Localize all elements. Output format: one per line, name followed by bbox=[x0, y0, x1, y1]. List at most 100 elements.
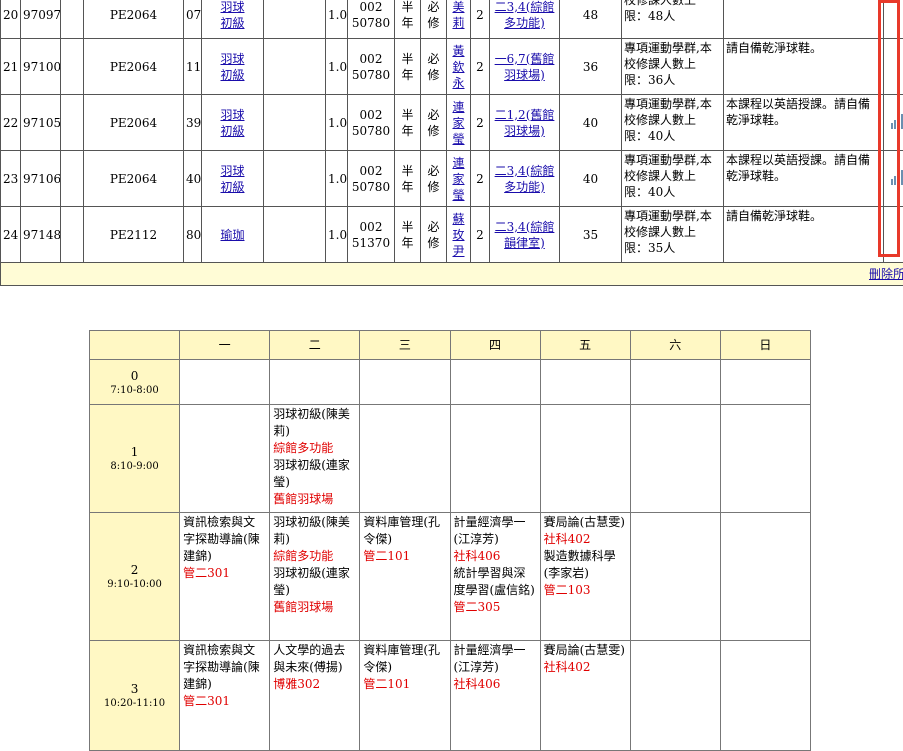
time-location-link[interactable]: 二3,4(綜館韻律室) bbox=[492, 219, 557, 251]
icon-cell bbox=[884, 151, 903, 207]
period-time: 10:20-11:10 bbox=[91, 698, 178, 710]
course-name-link[interactable]: 羽球初級 bbox=[220, 0, 244, 30]
required-type: 必修 bbox=[428, 163, 440, 195]
time-location-link[interactable]: 二3,4(綜館多功能) bbox=[492, 163, 557, 195]
limit-cell: 專項運動學群,本校修課人數上限：40人 bbox=[622, 95, 724, 151]
course-name-part[interactable]: 羽球 bbox=[220, 164, 244, 178]
course-entry: 賽局論(古慧雯) bbox=[544, 642, 627, 659]
teacher-link-part[interactable]: 瑩 bbox=[452, 188, 464, 202]
teacher-link-part[interactable]: 尹 bbox=[452, 244, 464, 258]
time-location-link[interactable]: 一6,7(舊館羽球場) bbox=[492, 51, 557, 83]
class-number: 39 bbox=[184, 95, 202, 151]
required-cell: 必修 bbox=[421, 207, 447, 263]
course-name-part[interactable]: 羽球 bbox=[220, 0, 244, 14]
teacher-link-part[interactable]: 連 bbox=[452, 156, 464, 170]
teacher-link-part[interactable]: 連 bbox=[452, 100, 464, 114]
period-label: 18:10-9:00 bbox=[90, 405, 180, 513]
course-name-part[interactable]: 初級 bbox=[220, 124, 244, 138]
day-header: 四 bbox=[450, 331, 540, 360]
time-location-link-part[interactable]: 多功能) bbox=[504, 180, 545, 194]
course-entry: 資料庫管理(孔令傑) bbox=[363, 642, 446, 676]
course-name-part[interactable]: 初級 bbox=[220, 68, 244, 82]
teacher-link[interactable]: 連家瑩 bbox=[452, 155, 465, 203]
time-location-link-part[interactable]: 多功能) bbox=[504, 16, 545, 30]
empty-cell bbox=[264, 207, 326, 263]
time-location-link-part[interactable]: 一6,7(舊館 bbox=[495, 52, 555, 66]
course-name-cell: 羽球初級 bbox=[202, 0, 264, 39]
term-part: 年 bbox=[402, 16, 414, 30]
course-id: 97105 bbox=[21, 95, 61, 151]
enrollment-limit-part: 限：36人 bbox=[624, 73, 675, 87]
period-time: 9:10-10:00 bbox=[91, 579, 178, 591]
teacher-link-part[interactable]: 美 bbox=[452, 0, 464, 14]
required-type-part: 修 bbox=[428, 68, 440, 82]
teacher-link-part[interactable]: 莉 bbox=[452, 16, 464, 30]
time-location-link-part[interactable]: 二3,4(綜館 bbox=[495, 0, 555, 14]
teacher-link[interactable]: 黃欽永 bbox=[452, 43, 465, 91]
teacher-link[interactable]: 美莉 bbox=[452, 0, 465, 31]
delete-all-link[interactable]: 刪除所有記錄 bbox=[869, 267, 903, 281]
teacher-link-part[interactable]: 家 bbox=[452, 116, 464, 130]
time-location-link-part[interactable]: 羽球場) bbox=[504, 68, 545, 82]
course-name-link[interactable]: 羽球初級 bbox=[220, 108, 244, 138]
course-name-part[interactable]: 羽球 bbox=[220, 108, 244, 122]
required-type-part: 必 bbox=[428, 220, 440, 234]
course-name-link[interactable]: 羽球初級 bbox=[220, 52, 244, 82]
teacher-link-part[interactable]: 家 bbox=[452, 172, 464, 186]
timetable-cell bbox=[270, 360, 360, 405]
course-entry: 人文學的過去與未來(傅揚) bbox=[273, 642, 356, 676]
icon-cell bbox=[884, 95, 903, 151]
bar-chart-icon[interactable] bbox=[890, 169, 903, 185]
time-location-link-part[interactable]: 二1,2(舊館 bbox=[495, 108, 555, 122]
course-name-link[interactable]: 瑜珈 bbox=[220, 228, 244, 242]
footer-row: 刪除所有記錄 bbox=[1, 263, 903, 286]
weekly-timetable: 一二三四五六日 07:10-8:0018:10-9:00羽球初級(陳美莉)綜館多… bbox=[89, 330, 811, 751]
course-name-link[interactable]: 羽球初級 bbox=[220, 164, 244, 194]
course-entry: 統計學習與深度學習(盧信銘) bbox=[454, 565, 537, 599]
teacher-link-part[interactable]: 永 bbox=[452, 76, 464, 90]
course-entry: 資訊檢索與文字探勘導論(陳建錦) bbox=[183, 642, 266, 693]
enrollment-limit: 專項運動學群,本校修課人數上限：36人 bbox=[624, 40, 721, 88]
course-entry: 製造數據科學(李家岩) bbox=[544, 548, 627, 582]
teacher-link-part[interactable]: 黃 bbox=[452, 44, 464, 58]
serial-number: 00250780 bbox=[350, 51, 392, 83]
course-name-part[interactable]: 初級 bbox=[220, 180, 244, 194]
time-cell: 二3,4(綜館多功能) bbox=[490, 151, 560, 207]
teacher-link[interactable]: 蘇玫尹 bbox=[452, 211, 465, 259]
serial-number-part: 002 bbox=[360, 52, 383, 66]
bar-chart-icon[interactable] bbox=[890, 113, 903, 129]
period-row: 310:20-11:10資訊檢索與文字探勘導論(陳建錦)管二301人文學的過去與… bbox=[90, 641, 811, 751]
serial-number-part: 50780 bbox=[352, 16, 390, 30]
time-location-link-part[interactable]: 二3,4(綜館 bbox=[495, 164, 555, 178]
timetable-cell: 計量經濟學一(江淳芳)社科406 bbox=[450, 641, 540, 751]
time-location-link-part[interactable]: 二3,4(綜館 bbox=[495, 220, 555, 234]
credit: 1.0 bbox=[326, 207, 348, 263]
time-location-link-part[interactable]: 羽球場) bbox=[504, 124, 545, 138]
course-name-part[interactable]: 初級 bbox=[220, 16, 244, 30]
course-name-part[interactable]: 瑜珈 bbox=[220, 228, 244, 242]
teacher-link-part[interactable]: 玫 bbox=[452, 228, 464, 242]
row-number: 20 bbox=[1, 0, 21, 39]
hours: 2 bbox=[471, 151, 490, 207]
enrollment-limit-part: 校修課人數上 bbox=[624, 0, 696, 7]
teacher-link-part[interactable]: 欽 bbox=[452, 60, 464, 74]
enrollment-limit-part: 專項運動學群,本 bbox=[624, 41, 712, 55]
term-part: 年 bbox=[402, 68, 414, 82]
teacher-link-part[interactable]: 蘇 bbox=[452, 212, 464, 226]
teacher-link[interactable]: 連家瑩 bbox=[452, 99, 465, 147]
time-location-link-part[interactable]: 韻律室) bbox=[504, 236, 545, 250]
capacity: 35 bbox=[560, 207, 622, 263]
period-number: 0 bbox=[91, 368, 178, 385]
course-row: 2297105PE206439羽球初級1.000250780半年必修連家瑩2二1… bbox=[1, 95, 903, 151]
timetable-cell bbox=[630, 641, 720, 751]
teacher-link-part[interactable]: 瑩 bbox=[452, 132, 464, 146]
course-name-part[interactable]: 羽球 bbox=[220, 52, 244, 66]
required-type: 必修 bbox=[428, 107, 440, 139]
time-location-link[interactable]: 二3,4(綜館多功能) bbox=[492, 0, 557, 31]
period-row: 29:10-10:00資訊檢索與文字探勘導論(陳建錦)管二301羽球初級(陳美莉… bbox=[90, 513, 811, 641]
period-label: 07:10-8:00 bbox=[90, 360, 180, 405]
required-type-part: 修 bbox=[428, 180, 440, 194]
required-type: 必修 bbox=[428, 219, 440, 251]
period-time: 7:10-8:00 bbox=[91, 385, 178, 397]
time-location-link[interactable]: 二1,2(舊館羽球場) bbox=[492, 107, 557, 139]
